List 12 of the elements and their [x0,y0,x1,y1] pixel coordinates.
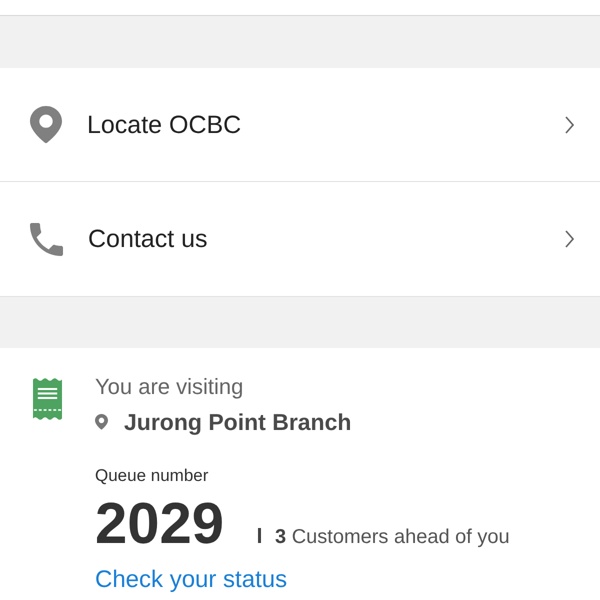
queue-number: 2029 [95,495,224,553]
queue-label: Queue number [95,465,208,487]
chevron-right-icon [565,116,574,134]
chevron-right-icon [565,230,574,248]
branch-name: Jurong Point Branch [124,408,352,437]
customers-ahead-text: 3 Customers ahead of you [275,525,510,549]
location-pin-icon [95,414,108,430]
location-pin-icon [30,106,62,144]
phone-icon [30,222,63,256]
visiting-heading: You are visiting [95,373,244,401]
receipt-icon [33,377,62,421]
status-link[interactable]: Check your status [95,567,288,593]
